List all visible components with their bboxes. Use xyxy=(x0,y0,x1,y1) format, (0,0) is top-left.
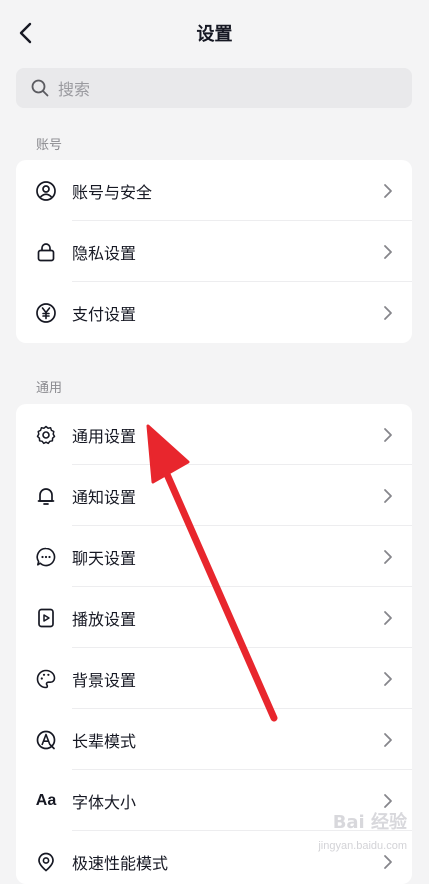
settings-item-payment[interactable]: 支付设置 xyxy=(16,282,412,343)
section-label-account: 账号 xyxy=(36,138,63,153)
settings-item-elder-mode[interactable]: 长辈模式 xyxy=(16,709,412,770)
chevron-right-icon xyxy=(382,243,394,261)
chevron-right-icon xyxy=(382,182,394,200)
header-bar: 设置 xyxy=(0,0,429,66)
section-label-general: 通用 xyxy=(36,381,63,396)
search-placeholder: 搜索 xyxy=(58,80,91,99)
elder-mode-icon xyxy=(35,729,57,751)
settings-item-account-security[interactable]: 账号与安全 xyxy=(16,160,412,221)
settings-item-speed-mode[interactable]: 极速性能模式 xyxy=(16,831,412,884)
settings-item-notification[interactable]: 通知设置 xyxy=(16,465,412,526)
settings-item-chat[interactable]: 聊天设置 xyxy=(16,526,412,587)
settings-item-label: 账号与安全 xyxy=(72,182,153,202)
settings-item-label: 播放设置 xyxy=(72,609,137,629)
chevron-right-icon xyxy=(382,304,394,322)
gear-icon xyxy=(35,424,57,446)
settings-item-label: 支付设置 xyxy=(72,304,137,324)
chevron-right-icon xyxy=(382,731,394,749)
chat-bubble-icon xyxy=(35,546,57,568)
settings-item-playback[interactable]: 播放设置 xyxy=(16,587,412,648)
settings-item-general[interactable]: 通用设置 xyxy=(16,404,412,465)
settings-item-label: 通知设置 xyxy=(72,487,137,507)
search-icon xyxy=(30,78,50,98)
settings-item-privacy[interactable]: 隐私设置 xyxy=(16,221,412,282)
chevron-right-icon xyxy=(382,548,394,566)
watermark-url: jingyan.baidu.com xyxy=(318,840,407,852)
settings-item-label: 聊天设置 xyxy=(72,548,137,568)
chevron-right-icon xyxy=(382,670,394,688)
page-title: 设置 xyxy=(196,24,233,45)
play-icon xyxy=(35,607,57,629)
palette-icon xyxy=(35,668,57,690)
speed-mode-icon xyxy=(35,851,57,873)
yuan-icon xyxy=(35,302,57,324)
account-security-icon xyxy=(35,180,57,202)
settings-item-background[interactable]: 背景设置 xyxy=(16,648,412,709)
chevron-right-icon xyxy=(382,609,394,627)
chevron-right-icon xyxy=(382,426,394,444)
chevron-right-icon xyxy=(382,853,394,871)
settings-item-label: 长辈模式 xyxy=(72,731,137,751)
font-size-glyph: Aa xyxy=(35,792,57,809)
bell-icon xyxy=(35,485,57,507)
settings-item-label: 极速性能模式 xyxy=(72,853,169,873)
search-input[interactable]: 搜索 xyxy=(16,68,412,108)
account-settings-card: 账号与安全 隐私设置 支付设置 xyxy=(16,160,412,343)
chevron-right-icon xyxy=(382,487,394,505)
lock-icon xyxy=(35,241,57,263)
watermark-logo: Bai 经验 xyxy=(332,812,407,833)
settings-item-label: 字体大小 xyxy=(72,792,137,812)
settings-item-label: 隐私设置 xyxy=(72,243,137,263)
settings-item-label: 背景设置 xyxy=(72,670,137,690)
settings-item-label: 通用设置 xyxy=(72,426,137,446)
font-size-icon: Aa xyxy=(35,790,57,812)
